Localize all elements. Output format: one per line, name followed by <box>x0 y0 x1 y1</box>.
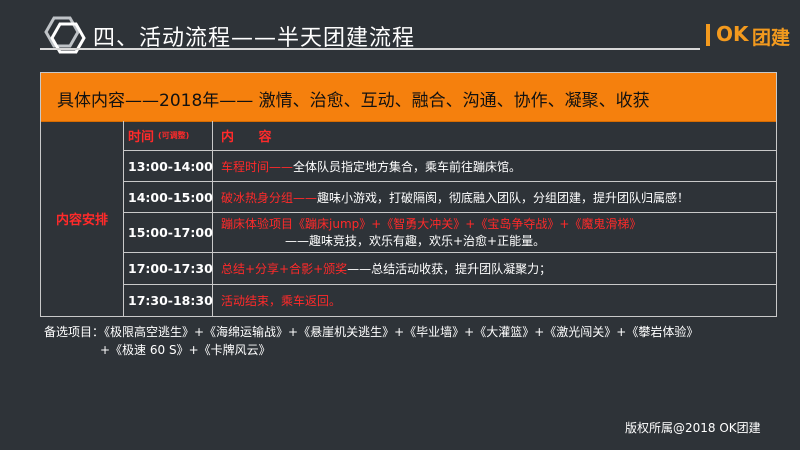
time-header-note: (可调整) <box>158 131 190 140</box>
alternative-activities: 备选项目：《极限高空逃生》+《海绵运输战》+《悬崖机关逃生》+《毕业墙》+《大灌… <box>44 323 698 359</box>
time-header-cell: 时间 (可调整) <box>123 121 213 150</box>
time-header: 时间 <box>128 130 155 145</box>
content-header-cell: 内 容 <box>221 121 772 150</box>
row-description: 全体队员指定地方集合，乘车前往蹦床馆。 <box>293 159 522 174</box>
content-header: 内 容 <box>221 130 282 145</box>
row-content: 车程时间—— 全体队员指定地方集合，乘车前往蹦床馆。 <box>221 151 772 181</box>
side-label-cell: 内容安排 <box>41 121 124 316</box>
table-row: 17:30-18:30 活动结束，乘车返回。 <box>123 285 776 316</box>
row-highlight: 破冰热身分组—— <box>221 190 318 205</box>
table-row: 17:00-17:30 总结+分享+合影+颁奖 ——总结活动收获，提升团队凝聚力； <box>123 253 776 285</box>
table-banner: 具体内容——2018年—— 激情、治愈、互动、融合、沟通、协作、凝聚、收获 <box>41 73 776 122</box>
row-time: 17:30-18:30 <box>123 285 213 316</box>
header-bar: 四、活动流程——半天团建流程 OK 团建 <box>0 0 800 60</box>
table-row: 15:00-17:00 蹦床体验项目《蹦床jump》+《智勇大冲关》+《宝岛争夺… <box>123 213 776 253</box>
alternatives-line-1: 备选项目：《极限高空逃生》+《海绵运输战》+《悬崖机关逃生》+《毕业墙》+《大灌… <box>44 325 699 339</box>
title-divider <box>40 48 700 50</box>
row-description: ——总结活动收获，提升团队凝聚力； <box>347 262 552 276</box>
banner-text: 具体内容——2018年—— 激情、治愈、互动、融合、沟通、协作、凝聚、收获 <box>57 91 650 111</box>
copyright-text: 版权所属@2018 OK团建 <box>625 421 761 435</box>
row-highlight: 蹦床体验项目《蹦床jump》+《智勇大冲关》+《宝岛争夺战》+《魔鬼滑梯》 <box>221 216 642 231</box>
brand-bar <box>706 24 710 46</box>
row-time: 17:00-17:30 <box>123 253 213 284</box>
row-highlight: 车程时间—— <box>221 159 294 174</box>
schedule-table: 具体内容——2018年—— 激情、治愈、互动、融合、沟通、协作、凝聚、收获 内容… <box>40 72 777 317</box>
row-highlight: 总结+分享+合影+颁奖 <box>221 262 348 276</box>
table-row: 13:00-14:00 车程时间—— 全体队员指定地方集合，乘车前往蹦床馆。 <box>123 151 776 182</box>
alternatives-line-2: +《极速 60 S》+《卡牌风云》 <box>100 343 271 357</box>
brand-name: 团建 <box>752 27 791 49</box>
row-description: 趣味小游戏，打破隔阂，彻底融入团队，分组团建，提升团队归属感！ <box>317 190 690 205</box>
brand-mark: OK <box>716 22 749 46</box>
row-content: 蹦床体验项目《蹦床jump》+《智勇大冲关》+《宝岛争夺战》+《魔鬼滑梯》 ——… <box>221 213 772 252</box>
row-time: 15:00-17:00 <box>123 213 213 252</box>
row-description: ——趣味竞技，欢乐有趣，欢乐+治愈+正能量。 <box>285 233 546 248</box>
row-content: 活动结束，乘车返回。 <box>221 285 772 316</box>
table-header-row: 时间 (可调整) 内 容 <box>123 121 776 151</box>
row-highlight: 活动结束，乘车返回。 <box>221 294 342 308</box>
row-time: 13:00-14:00 <box>123 151 213 181</box>
row-time: 14:00-15:00 <box>123 182 213 212</box>
table-row: 14:00-15:00 破冰热身分组—— 趣味小游戏，打破隔阂，彻底融入团队，分组… <box>123 182 776 213</box>
row-content: 破冰热身分组—— 趣味小游戏，打破隔阂，彻底融入团队，分组团建，提升团队归属感！ <box>221 182 772 212</box>
side-label: 内容安排 <box>55 213 108 228</box>
row-content: 总结+分享+合影+颁奖 ——总结活动收获，提升团队凝聚力； <box>221 253 772 284</box>
